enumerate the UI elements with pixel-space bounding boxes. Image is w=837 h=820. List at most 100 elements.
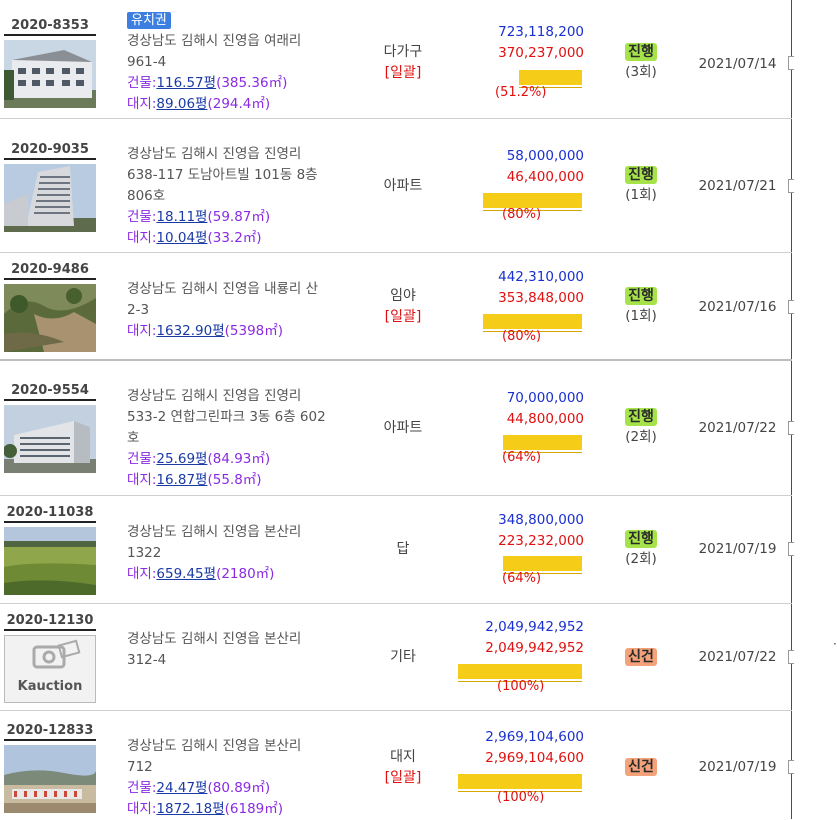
- land-pyeong-link[interactable]: 1632.90평: [156, 323, 224, 339]
- address-line: 경상남도 김해시 진영읍 본산리: [127, 631, 302, 647]
- property-address: 경상남도 김해시 진영읍 본산리 712 건물:24.47평(80.89㎡) 대…: [127, 736, 352, 820]
- property-photo[interactable]: [4, 164, 96, 232]
- round-count: (2회): [625, 551, 657, 567]
- property-photo[interactable]: [4, 745, 96, 813]
- table-row[interactable]: 2020-9035 경상남도 김해시 진영읍 진영리 638-117 도남아트빌…: [0, 119, 794, 253]
- ratio-bar: [483, 314, 582, 332]
- kauction-logo: Kauction: [18, 679, 83, 694]
- table-row[interactable]: 2020-12130 Kauction 경상남도 김해시 진영읍 본산리 312…: [0, 604, 794, 711]
- property-address: 경상남도 김해시 진영읍 진영리 638-117 도남아트빌 101동 8층 8…: [127, 144, 352, 249]
- price-block: 70,000,000 44,800,000: [440, 388, 584, 430]
- property-photo[interactable]: [4, 40, 96, 108]
- auction-status: 진행 (1회): [610, 286, 672, 326]
- land-pyeong-link[interactable]: 16.87평: [156, 472, 207, 488]
- round-count: (1회): [625, 308, 657, 324]
- auction-date: 2021/07/16: [698, 299, 777, 315]
- case-number[interactable]: 2020-11038: [4, 505, 96, 523]
- status-badge: 신건: [625, 648, 657, 666]
- address-line: 경상남도 김해시 진영읍 내룡리 산: [127, 281, 319, 297]
- address-line: 경상남도 김해시 진영읍 진영리: [127, 146, 302, 162]
- ratio-bar: [519, 70, 582, 88]
- address-line: 경상남도 김해시 진영읍 여래리: [127, 33, 302, 49]
- case-number[interactable]: 2020-8353: [4, 18, 96, 36]
- property-photo[interactable]: [4, 284, 96, 352]
- select-checkbox[interactable]: [788, 300, 794, 314]
- price-block: 348,800,000 223,232,000: [440, 510, 584, 552]
- property-type: 기타: [390, 649, 416, 665]
- page-edge-mark: ·: [833, 637, 837, 651]
- land-area: 대지:16.87평(55.8㎡): [127, 472, 262, 488]
- price-block: 2,969,104,600 2,969,104,600: [440, 727, 584, 769]
- minimum-price: 2,969,104,600: [485, 750, 584, 766]
- select-checkbox[interactable]: [788, 421, 794, 435]
- price-ratio: (80%): [502, 207, 542, 222]
- auction-status: 신건: [610, 647, 672, 667]
- address-line: 312-4: [127, 652, 167, 668]
- auction-status: 신건: [610, 757, 672, 777]
- building-pyeong-link[interactable]: 18.11평: [156, 209, 207, 225]
- auction-date: 2021/07/21: [698, 178, 777, 194]
- case-number[interactable]: 2020-12833: [4, 723, 96, 741]
- building-pyeong-link[interactable]: 24.47평: [156, 780, 207, 796]
- select-checkbox[interactable]: [788, 542, 794, 556]
- land-pyeong-link[interactable]: 89.06평: [156, 96, 207, 112]
- table-row[interactable]: 2020-9554 경상남도 김해시 진영읍 진영리 533-2 연합그린파크 …: [0, 361, 794, 496]
- select-checkbox[interactable]: [788, 650, 794, 664]
- property-address: 경상남도 김해시 진영읍 진영리 533-2 연합그린파크 3동 6층 602 …: [127, 386, 352, 491]
- auction-status: 진행 (2회): [610, 407, 672, 447]
- table-row[interactable]: 2020-9486 경상남도 김해시 진영읍 내룡리 산 2-3 대지:1632…: [0, 253, 794, 361]
- property-photo[interactable]: [4, 405, 96, 473]
- ratio-bar: [458, 664, 582, 682]
- property-address: 경상남도 김해시 진영읍 본산리 312-4: [127, 629, 352, 671]
- price-ratio: (80%): [502, 329, 542, 344]
- address-line: 806호: [127, 188, 166, 204]
- land-area: 대지:659.45평(2180㎡): [127, 566, 275, 582]
- appraised-price: 723,118,200: [498, 24, 584, 40]
- auction-date: 2021/07/19: [698, 541, 777, 557]
- select-checkbox[interactable]: [788, 179, 794, 193]
- property-type: 임야 [일괄]: [384, 288, 422, 325]
- price-ratio: (100%): [497, 679, 545, 694]
- table-row[interactable]: 2020-8353 유치권 경상남도 김해시 진영읍 여래리 961-4 건물:…: [0, 0, 794, 119]
- building-pyeong-link[interactable]: 116.57평: [156, 75, 216, 91]
- auction-list: 2020-8353 유치권 경상남도 김해시 진영읍 여래리 961-4 건물:…: [0, 0, 794, 820]
- land-area: 대지:1632.90평(5398㎡): [127, 323, 284, 339]
- building-area: 건물:18.11평(59.87㎡): [127, 209, 271, 225]
- status-badge: 진행: [625, 43, 657, 61]
- round-count: (2회): [625, 429, 657, 445]
- land-pyeong-link[interactable]: 659.45평: [156, 566, 216, 582]
- property-type: 아파트: [383, 178, 423, 194]
- property-photo[interactable]: [4, 527, 96, 595]
- land-pyeong-link[interactable]: 1872.18평: [156, 801, 224, 817]
- minimum-price: 223,232,000: [498, 533, 584, 549]
- building-area: 건물:24.47평(80.89㎡): [127, 780, 271, 796]
- ratio-bar: [503, 556, 582, 574]
- address-line: 경상남도 김해시 진영읍 본산리: [127, 524, 302, 540]
- table-row[interactable]: 2020-11038 경상남도 김해시 진영읍 본산리 1322 대지:659.…: [0, 496, 794, 604]
- appraised-price: 2,969,104,600: [485, 729, 584, 745]
- case-number[interactable]: 2020-9035: [4, 142, 96, 160]
- round-count: (3회): [625, 64, 657, 80]
- lien-tag: 유치권: [127, 12, 171, 29]
- price-block: 2,049,942,952 2,049,942,952: [440, 617, 584, 659]
- minimum-price: 370,237,000: [498, 45, 584, 61]
- land-pyeong-link[interactable]: 10.04평: [156, 230, 207, 246]
- select-checkbox[interactable]: [788, 760, 794, 774]
- table-row[interactable]: 2020-12833 경상남도 김해시 진영읍 본산리 712 건물:24.47…: [0, 711, 794, 820]
- placeholder-photo[interactable]: Kauction: [4, 635, 96, 703]
- status-badge: 진행: [625, 530, 657, 548]
- case-number[interactable]: 2020-9486: [4, 262, 96, 280]
- appraised-price: 348,800,000: [498, 512, 584, 528]
- building-pyeong-link[interactable]: 25.69평: [156, 451, 207, 467]
- address-line: 호: [127, 430, 140, 446]
- case-number[interactable]: 2020-12130: [4, 613, 96, 631]
- bulk-sale-note: [일괄]: [384, 309, 422, 325]
- address-line: 638-117 도남아트빌 101동 8층: [127, 167, 318, 183]
- ratio-bar: [458, 774, 582, 792]
- select-checkbox[interactable]: [788, 56, 794, 70]
- price-ratio: (64%): [502, 450, 542, 465]
- address-line: 961-4: [127, 54, 167, 70]
- status-badge: 진행: [625, 166, 657, 184]
- property-address: 경상남도 김해시 진영읍 본산리 1322 대지:659.45평(2180㎡): [127, 522, 352, 585]
- case-number[interactable]: 2020-9554: [4, 383, 96, 401]
